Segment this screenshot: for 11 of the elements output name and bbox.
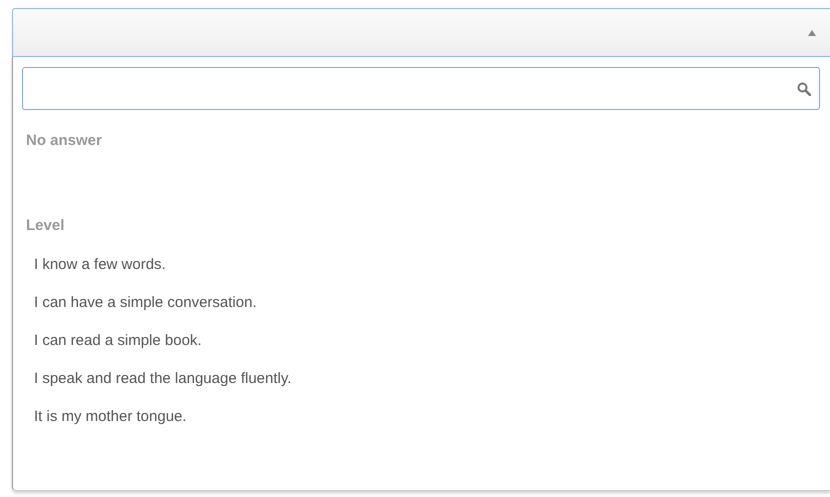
group-header: No answer <box>25 131 102 151</box>
dropdown-select[interactable] <box>12 8 830 57</box>
search-icon <box>797 82 811 96</box>
option-item[interactable]: I can have a simple conversation. <box>22 284 257 322</box>
option-item[interactable]: It is my mother tongue. <box>22 398 187 436</box>
option-item[interactable]: I know a few words. <box>22 246 166 284</box>
option-item[interactable]: I speak and read the language fluently. <box>22 360 292 398</box>
caret-icon <box>808 30 816 36</box>
group-header: Level <box>25 216 64 236</box>
option-item[interactable]: I can read a simple book. <box>22 322 202 360</box>
search-field[interactable] <box>22 67 820 110</box>
